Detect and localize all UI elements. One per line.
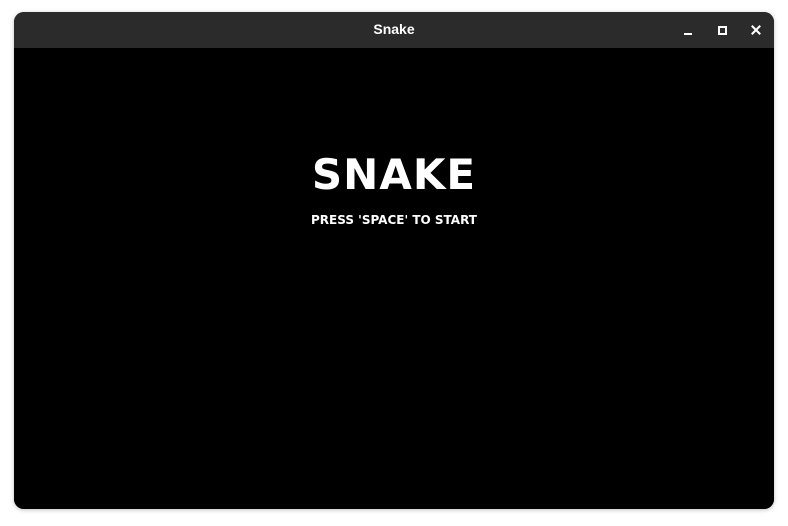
minimize-button[interactable]: [678, 20, 698, 40]
maximize-button[interactable]: [712, 20, 732, 40]
title-bar[interactable]: Snake: [14, 12, 774, 48]
minimize-icon: [684, 33, 692, 35]
start-prompt: PRESS 'SPACE' TO START: [311, 213, 477, 227]
app-window: Snake SNAKE PRESS 'SPACE' TO START: [14, 12, 774, 509]
game-canvas[interactable]: SNAKE PRESS 'SPACE' TO START: [14, 48, 774, 509]
maximize-icon: [717, 25, 727, 35]
close-icon: [751, 25, 761, 35]
game-title: SNAKE: [311, 150, 477, 199]
close-button[interactable]: [746, 20, 766, 40]
window-title: Snake: [373, 21, 415, 37]
